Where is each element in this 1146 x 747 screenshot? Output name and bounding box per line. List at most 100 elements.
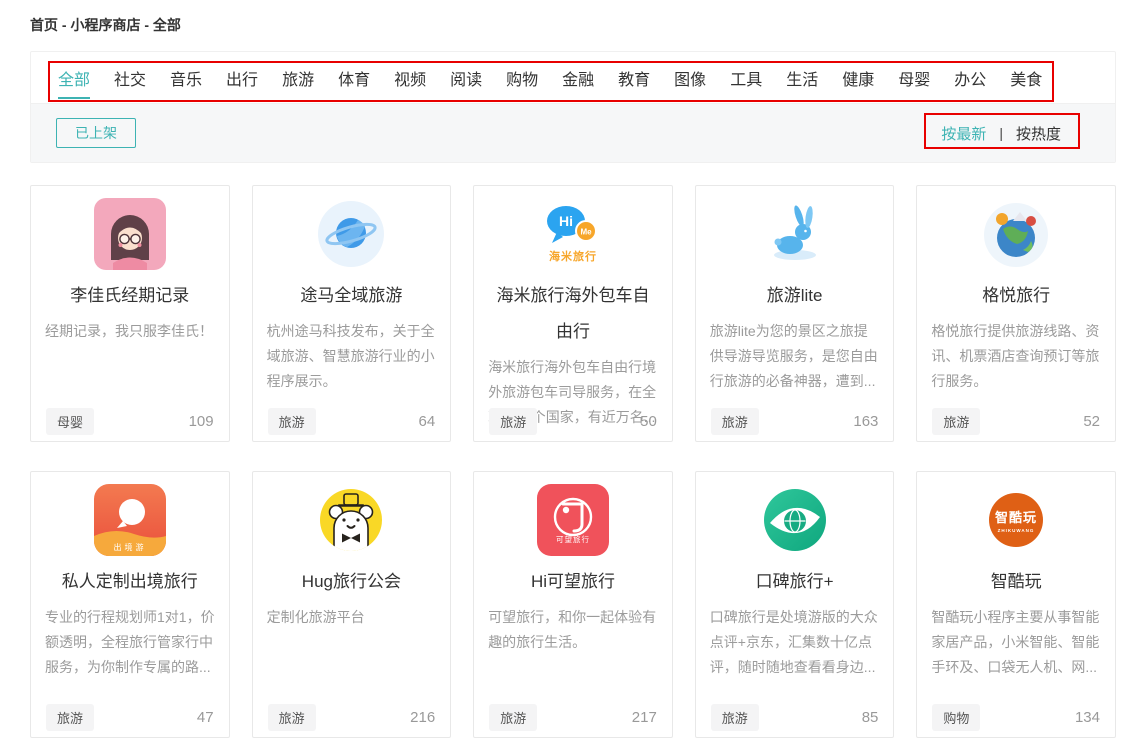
app-category-tag: 旅游 [268,704,316,731]
travel-globe-icon [980,198,1052,270]
app-card-lvyoulite[interactable]: 旅游lite 旅游lite为您的景区之旅提供导游导览服务，是您自由行旅游的必备神… [695,185,895,442]
svg-text:ZHIKUWANG: ZHIKUWANG [998,528,1035,533]
app-usage-count: 47 [197,709,214,726]
card-footer: 旅游 163 [696,408,894,435]
nav-item-food[interactable]: 美食 [1010,66,1042,90]
app-description: 经期记录，我只服李佳氏！ [45,319,215,344]
app-description: 口碑旅行是处境游版的大众点评+京东，汇集数十亿点评，随时随地查看看身边... [710,605,880,680]
app-title: 格悦旅行 [917,278,1115,314]
app-description: 可望旅行，和你一起体验有趣的旅行生活。 [488,605,658,655]
card-footer: 旅游 216 [253,704,451,731]
svg-text:出境游: 出境游 [113,542,146,552]
app-usage-count: 85 [862,709,879,726]
app-category-tag: 旅游 [489,704,537,731]
app-card-zhikuwan[interactable]: 智酷玩 ZHIKUWANG 智酷玩 智酷玩小程序主要从事智能家居产品，小米智能、… [916,471,1116,738]
app-category-tag: 旅游 [46,704,94,731]
app-usage-count: 163 [853,413,878,430]
nav-item-travel[interactable]: 旅游 [282,66,314,90]
app-usage-count: 52 [1083,413,1100,430]
nav-item-video[interactable]: 视频 [394,66,426,90]
app-title: 途马全域旅游 [253,278,451,314]
svg-text:Hi: Hi [559,213,573,229]
nav-item-life[interactable]: 生活 [786,66,818,90]
app-card-geyue[interactable]: 格悦旅行 格悦旅行提供旅游线路、资讯、机票酒店查询预订等旅行服务。 旅游 52 [916,185,1116,442]
sort-by-hottest[interactable]: 按热度 [1016,123,1061,144]
app-usage-count: 216 [410,709,435,726]
nav-item-reading[interactable]: 阅读 [450,66,482,90]
app-usage-count: 64 [419,413,436,430]
app-card-haimi[interactable]: Hi Me 海米旅行 海米旅行海外包车自由行 海米旅行海外包车自由行境外旅游包车… [473,185,673,442]
hime-chat-bubbles-icon: Hi Me 海米旅行 [537,198,609,270]
nav-item-finance[interactable]: 金融 [562,66,594,90]
category-panel: 全部 社交 音乐 出行 旅游 体育 视频 阅读 购物 金融 教育 图像 工具 生… [30,51,1116,163]
app-card-tuma[interactable]: 途马全域旅游 杭州途马科技发布，关于全域旅游、智慧旅游行业的小程序展示。 旅游 … [252,185,452,442]
on-shelf-filter-button[interactable]: 已上架 [56,118,136,148]
card-footer: 旅游 47 [31,704,229,731]
app-card-kewang[interactable]: 可望旅行 Hi可望旅行 可望旅行，和你一起体验有趣的旅行生活。 旅游 217 [473,471,673,738]
app-description: 格悦旅行提供旅游线路、资讯、机票酒店查询预订等旅行服务。 [931,319,1101,394]
card-footer: 旅游 50 [474,408,672,435]
app-grid: 李佳氏经期记录 经期记录，我只服李佳氏！ 母婴 109 途马全域旅游 杭州途马科… [30,185,1116,738]
app-title: 李佳氏经期记录 [31,278,229,314]
app-description: 智酷玩小程序主要从事智能家居产品，小米智能、智能手环及、口袋无人机、网... [931,605,1101,680]
eye-globe-icon [759,484,831,556]
card-footer: 购物 134 [917,704,1115,731]
app-description: 旅游lite为您的景区之旅提供导游导览服务，是您自由行旅游的必备神器，遭到... [710,319,880,394]
app-category-tag: 旅游 [711,704,759,731]
app-usage-count: 109 [189,413,214,430]
app-title: 旅游lite [696,278,894,314]
card-footer: 母婴 109 [31,408,229,435]
nav-item-all[interactable]: 全部 [58,66,90,90]
sort-by-newest[interactable]: 按最新 [941,123,986,144]
app-title: 私人定制出境旅行 [31,564,229,600]
app-title: 智酷玩 [917,564,1115,600]
sort-divider: | [999,125,1003,141]
app-card-sirendingzhi[interactable]: 出境游 私人定制出境旅行 专业的行程规划师1对1，价额透明，全程旅行管家行中服务… [30,471,230,738]
app-card-koubei[interactable]: 口碑旅行+ 口碑旅行是处境游版的大众点评+京东，汇集数十亿点评，随时随地查看看身… [695,471,895,738]
app-usage-count: 134 [1075,709,1100,726]
app-category-tag: 母婴 [46,408,94,435]
zhikuwan-logo-icon: 智酷玩 ZHIKUWANG [980,484,1052,556]
app-title: Hi可望旅行 [474,564,672,600]
nav-item-tools[interactable]: 工具 [730,66,762,90]
nav-item-baby[interactable]: 母婴 [898,66,930,90]
nav-item-shopping[interactable]: 购物 [506,66,538,90]
sort-group: 按最新 | 按热度 [941,123,1061,144]
app-category-tag: 旅游 [711,408,759,435]
blue-rabbit-icon [759,198,831,270]
app-title: Hug旅行公会 [253,564,451,600]
breadcrumb: 首页 - 小程序商店 - 全部 [0,0,1146,35]
app-usage-count: 217 [632,709,657,726]
svg-text:智酷玩: 智酷玩 [995,510,1037,525]
app-description: 定制化旅游平台 [267,605,437,630]
app-card-lijiashi[interactable]: 李佳氏经期记录 经期记录，我只服李佳氏！ 母婴 109 [30,185,230,442]
bear-in-hat-icon [315,484,387,556]
app-category-tag: 旅游 [489,408,537,435]
card-footer: 旅游 52 [917,408,1115,435]
kewang-logo-icon: 可望旅行 [537,484,609,556]
app-card-hug[interactable]: Hug旅行公会 定制化旅游平台 旅游 216 [252,471,452,738]
girl-avatar-icon [94,198,166,270]
svg-text:Me: Me [580,228,592,237]
nav-item-music[interactable]: 音乐 [170,66,202,90]
category-nav: 全部 社交 音乐 出行 旅游 体育 视频 阅读 购物 金融 教育 图像 工具 生… [31,52,1115,103]
card-footer: 旅游 217 [474,704,672,731]
card-footer: 旅游 64 [253,408,451,435]
filter-bar: 已上架 按最新 | 按热度 [31,103,1115,162]
nav-item-education[interactable]: 教育 [618,66,650,90]
app-title: 口碑旅行+ [696,564,894,600]
nav-item-health[interactable]: 健康 [842,66,874,90]
svg-text:海米旅行: 海米旅行 [549,249,597,263]
app-category-tag: 旅游 [932,408,980,435]
nav-item-sports[interactable]: 体育 [338,66,370,90]
nav-item-social[interactable]: 社交 [114,66,146,90]
blue-planet-icon [315,198,387,270]
nav-item-image[interactable]: 图像 [674,66,706,90]
app-title: 海米旅行海外包车自由行 [474,278,672,350]
svg-text:可望旅行: 可望旅行 [556,534,590,544]
nav-item-office[interactable]: 办公 [954,66,986,90]
outbound-bubble-icon: 出境游 [94,484,166,556]
card-footer: 旅游 85 [696,704,894,731]
app-category-tag: 购物 [932,704,980,731]
nav-item-transport[interactable]: 出行 [226,66,258,90]
